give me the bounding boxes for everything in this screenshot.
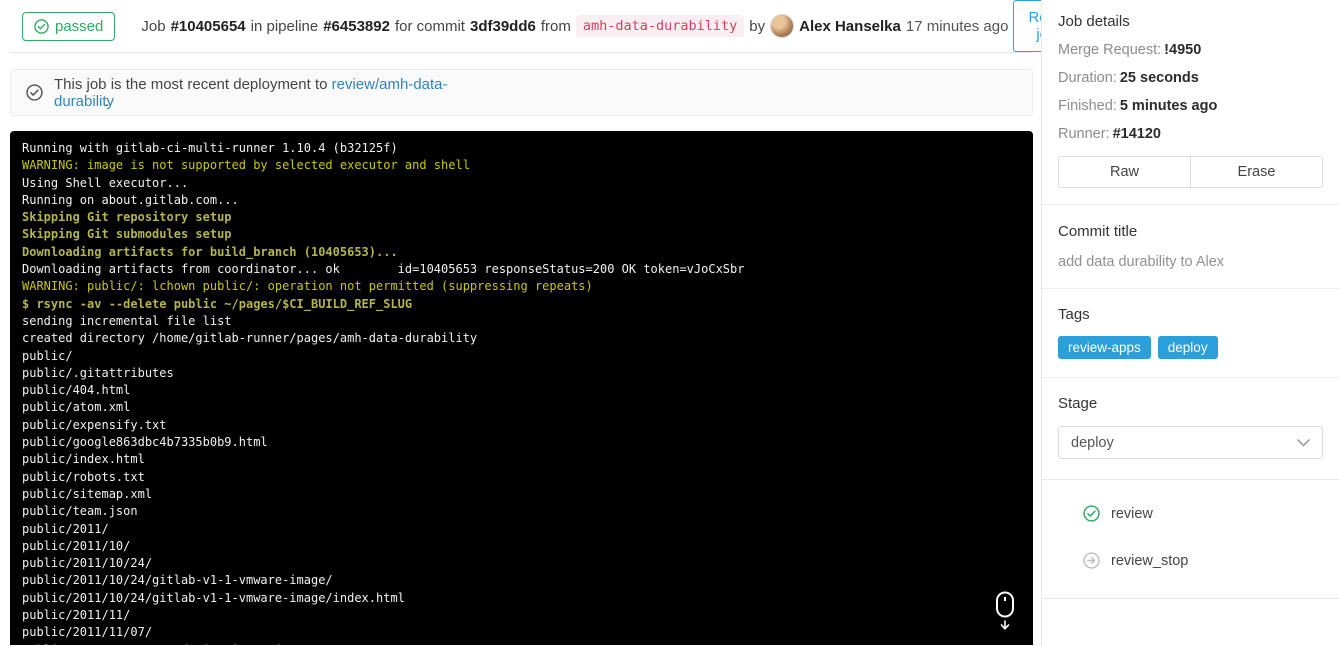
log-line: public/atom.xml — [22, 400, 131, 415]
log-line: public/2011/10/24/gitlab-v1-1-vmware-ima… — [22, 573, 333, 588]
detail-label: Finished: — [1058, 98, 1117, 114]
log-line: public/team.json — [22, 504, 138, 519]
status-badge: passed — [22, 11, 116, 41]
log-line: sending incremental file list — [22, 313, 232, 328]
status-success-icon — [1083, 505, 1100, 522]
in-pipeline-words: in pipeline — [250, 17, 319, 35]
stage-dropdown[interactable]: deploy — [1058, 426, 1323, 459]
stage-selected-value: deploy — [1071, 434, 1114, 451]
chevron-down-icon — [1297, 438, 1310, 446]
job-log[interactable]: Running with gitlab-ci-multi-runner 1.10… — [10, 131, 1033, 645]
stage-heading: Stage — [1058, 395, 1098, 412]
stage-builds-list: review review_stop — [1042, 479, 1339, 599]
commit-title-heading: Commit title — [1058, 223, 1138, 240]
build-name: review_stop — [1111, 552, 1189, 569]
branch-ref-link[interactable]: amh-data-durability — [575, 15, 745, 37]
header-summary: Job #10405654 in pipeline #6453892 for c… — [141, 14, 1013, 38]
tags-section: Tags review-apps deploy — [1042, 289, 1339, 378]
job-page: passed Job #10405654 in pipeline #645389… — [0, 0, 1339, 646]
log-line: public/2011/11/07/new-design-is-coming/ — [22, 642, 1021, 645]
log-line: Using Shell executor... — [22, 175, 189, 190]
log-line: public/ — [22, 348, 73, 363]
log-line: public/index.html — [22, 452, 145, 467]
log-line: public/2011/ — [22, 521, 109, 536]
by-word: by — [749, 17, 766, 35]
erase-button[interactable]: Erase — [1191, 156, 1323, 188]
build-item-review_stop[interactable]: review_stop — [1058, 537, 1323, 584]
pipeline-id-link[interactable]: #6453892 — [323, 18, 390, 35]
passed-check-icon — [34, 18, 49, 34]
job-details-title: Job details — [1058, 13, 1130, 30]
detail-value: 25 seconds — [1119, 70, 1199, 86]
log-line: public/2011/10/ — [22, 538, 131, 553]
log-line: Downloading artifacts for build_branch (… — [22, 244, 398, 259]
commit-title-text: add data durability to Alex — [1058, 254, 1225, 270]
tag-badge[interactable]: deploy — [1157, 336, 1218, 359]
detail-label: Runner: — [1058, 126, 1110, 142]
job-main-column: passed Job #10405654 in pipeline #645389… — [0, 0, 1080, 646]
build-name: review — [1111, 505, 1153, 522]
notice-check-icon — [26, 84, 43, 101]
commit-title-section: Commit title add data durability to Alex — [1042, 205, 1339, 289]
log-line: public/2011/10/24/gitlab-v1-1-vmware-ima… — [22, 590, 405, 605]
job-header: passed Job #10405654 in pipeline #645389… — [10, 0, 1080, 53]
detail-label: Duration: — [1058, 70, 1117, 86]
mouse-scroll-icon — [996, 591, 1014, 630]
job-detail-row: Merge Request: !4950 — [1058, 42, 1323, 58]
detail-label: Merge Request: — [1058, 42, 1162, 58]
deployment-notice: This job is the most recent deployment t… — [10, 69, 1033, 116]
tag-list: review-apps deploy — [1058, 336, 1323, 359]
log-line: public/google863dbc4b7335b0b9.html — [22, 435, 268, 450]
job-id-link[interactable]: #10405654 — [171, 18, 246, 35]
from-word: from — [540, 17, 571, 35]
log-line: public/404.html — [22, 383, 131, 398]
job-detail-row: Duration: 25 seconds — [1058, 70, 1323, 86]
log-line: $ rsync -av --delete public ~/pages/$CI_… — [22, 296, 413, 311]
status-manual-icon — [1083, 552, 1100, 569]
log-line: public/sitemap.xml — [22, 486, 153, 501]
commit-sha-link[interactable]: 3df39dd6 — [470, 18, 536, 35]
log-line: WARNING: public/: lchown public/: operat… — [22, 279, 593, 294]
avatar[interactable] — [770, 14, 795, 38]
build-item-review[interactable]: review — [1058, 490, 1323, 537]
job-word: Job — [141, 17, 166, 35]
job-sidebar: Job details Merge Request: !4950 Duration:… — [1041, 0, 1339, 646]
for-commit-words: for commit — [394, 17, 465, 35]
notice-period: . — [105, 92, 110, 110]
tags-heading: Tags — [1058, 306, 1090, 323]
time-ago: 17 minutes ago — [905, 17, 1009, 35]
raw-button[interactable]: Raw — [1058, 156, 1191, 188]
log-line: public/2011/10/24/ — [22, 556, 153, 571]
job-details-rows: Merge Request: !4950 Duration: 25 seconds Fi… — [1058, 42, 1323, 142]
trace-buttons: Raw Erase — [1058, 156, 1323, 188]
notice-sentence: This job is the most recent deployment t… — [54, 75, 328, 93]
log-line: public/.gitattributes — [22, 365, 174, 380]
notice-text: This job is the most recent deployment t… — [54, 76, 503, 110]
log-line: created directory /home/gitlab-runner/pa… — [22, 331, 478, 346]
detail-value: #14120 — [1112, 126, 1161, 142]
detail-value: 5 minutes ago — [1119, 98, 1218, 114]
log-line: public/robots.txt — [22, 469, 145, 484]
log-line: Downloading artifacts from coordinator..… — [22, 262, 745, 277]
log-line: WARNING: image is not supported by selec… — [22, 158, 470, 173]
log-line: Running with gitlab-ci-multi-runner 1.10… — [22, 141, 398, 155]
tag-badge[interactable]: review-apps — [1058, 336, 1151, 359]
log-line: Running on about.gitlab.com... — [22, 192, 239, 207]
job-detail-row: Runner: #14120 — [1058, 126, 1323, 142]
log-line: public/2011/11/ — [22, 608, 131, 623]
job-details-section: Job details Merge Request: !4950 Duration:… — [1042, 0, 1339, 205]
job-log-lines: Running with gitlab-ci-multi-runner 1.10… — [22, 140, 1021, 645]
log-line: Skipping Git submodules setup — [22, 227, 232, 242]
log-line: public/expensify.txt — [22, 417, 167, 432]
job-detail-row: Finished: 5 minutes ago — [1058, 98, 1323, 114]
log-line: Skipping Git repository setup — [22, 210, 232, 225]
status-badge-label: passed — [55, 17, 104, 35]
author-name-link[interactable]: Alex Hanselka — [799, 18, 901, 35]
stage-section: Stage deploy — [1042, 378, 1339, 479]
detail-value: !4950 — [1164, 42, 1202, 58]
log-line: public/2011/11/07/ — [22, 625, 153, 640]
scroll-down-indicator[interactable] — [991, 591, 1019, 638]
